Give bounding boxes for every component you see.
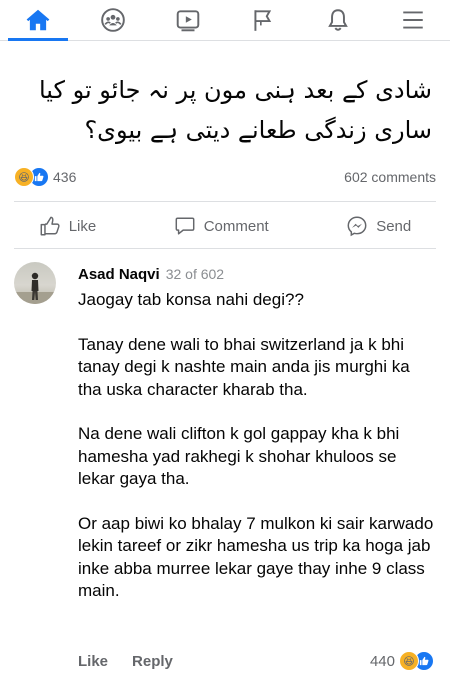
messenger-icon bbox=[347, 216, 367, 237]
notifications-bell-icon bbox=[327, 9, 348, 31]
comment-actions: Like Reply 440 😆 bbox=[78, 650, 434, 672]
comments-count[interactable]: 602 comments bbox=[344, 169, 436, 185]
tab-pages[interactable] bbox=[233, 0, 293, 40]
post-stats: 😆 436 602 comments bbox=[14, 166, 436, 188]
comment: Asad Naqvi 32 of 602 Jaogay tab konsa na… bbox=[78, 266, 434, 625]
post-text: شادی کے بعد ہنی مون پر نہ جائو تو کیا سا… bbox=[18, 70, 432, 150]
watch-icon bbox=[176, 10, 199, 32]
haha-reaction-icon: 😆 bbox=[399, 651, 419, 671]
comment-paragraph: Na dene wali clifton k gol gappay kha k … bbox=[78, 424, 400, 488]
comment-paragraph: Jaogay tab konsa nahi degi?? bbox=[78, 290, 304, 309]
divider bbox=[14, 201, 436, 202]
tab-menu[interactable] bbox=[383, 0, 443, 40]
post-text-line: ساری زندگی طعانے دیتی ہے بیوی؟ bbox=[84, 116, 432, 144]
home-icon bbox=[26, 9, 49, 31]
tab-groups[interactable] bbox=[83, 0, 143, 40]
comment-reactions[interactable]: 440 😆 bbox=[370, 651, 434, 671]
comment-paragraph: Or aap biwi ko bhalay 7 mulkon ki sair k… bbox=[78, 513, 434, 601]
pages-flag-icon bbox=[253, 10, 271, 31]
comment-label: Comment bbox=[203, 217, 269, 235]
person-silhouette-icon bbox=[14, 272, 56, 304]
send-button[interactable]: Send bbox=[346, 215, 411, 237]
comment-paragraph: Tanay dene wali to bhai switzerland ja k… bbox=[78, 334, 410, 399]
tab-home[interactable] bbox=[7, 0, 68, 41]
comment-reaction-count: 440 bbox=[369, 652, 395, 670]
post-text-line: شادی کے بعد ہنی مون پر نہ جائو تو کیا bbox=[38, 76, 432, 104]
reaction-count: 436 bbox=[53, 169, 77, 185]
divider bbox=[14, 248, 436, 249]
comment-reply-button[interactable]: Reply bbox=[132, 653, 173, 670]
comment-author[interactable]: Asad Naqvi bbox=[78, 266, 160, 283]
top-navigation bbox=[0, 0, 450, 41]
like-button[interactable]: Like bbox=[39, 215, 97, 237]
comment-position: 32 of 602 bbox=[165, 266, 225, 282]
avatar[interactable] bbox=[14, 262, 56, 304]
groups-icon bbox=[100, 8, 125, 32]
comment-body: Jaogay tab konsa nahi degi?? Tanay dene … bbox=[78, 289, 434, 603]
menu-icon bbox=[402, 11, 423, 29]
send-label: Send bbox=[376, 217, 412, 235]
tab-watch[interactable] bbox=[158, 0, 218, 40]
like-label: Like bbox=[68, 217, 97, 235]
tab-notifications[interactable] bbox=[308, 0, 368, 40]
haha-reaction-icon: 😆 bbox=[14, 167, 34, 187]
thumbs-up-icon bbox=[40, 216, 60, 236]
post-action-bar: Like Comment Send bbox=[0, 208, 450, 244]
post-reactions[interactable]: 😆 436 bbox=[14, 167, 76, 187]
comment-like-button[interactable]: Like bbox=[78, 653, 108, 670]
comment-button[interactable]: Comment bbox=[174, 215, 269, 237]
comment-bubble-icon bbox=[175, 217, 195, 235]
